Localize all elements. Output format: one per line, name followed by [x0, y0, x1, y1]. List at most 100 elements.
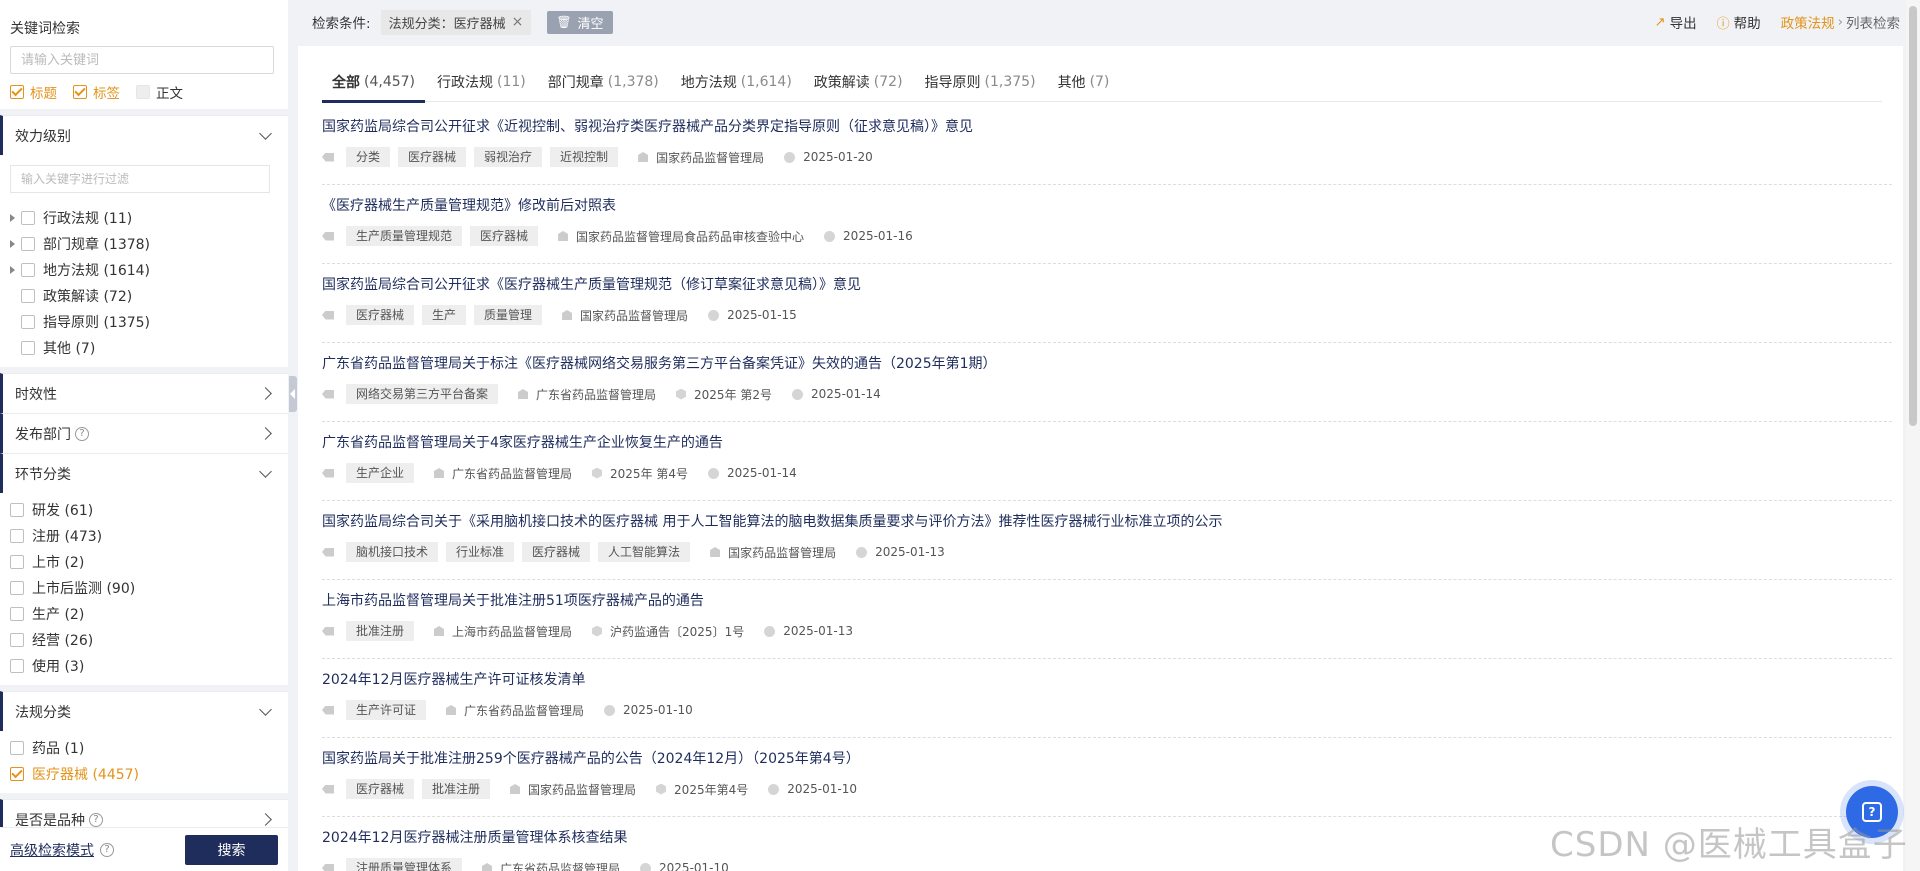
caret-right-icon[interactable]: [10, 240, 15, 248]
result-title-link[interactable]: 国家药监局综合司公开征求《近视控制、弱视治疗类医疗器械产品分类界定指导原则（征求…: [322, 118, 1892, 136]
search-button[interactable]: 搜索: [185, 834, 278, 865]
stage-label: 使用 (3): [32, 659, 85, 675]
checkbox[interactable]: [21, 315, 35, 329]
checkbox[interactable]: [21, 263, 35, 277]
tab-5[interactable]: 指导原则 (1,375): [915, 62, 1046, 102]
tab-3[interactable]: 地方法规 (1,614): [671, 62, 802, 102]
close-icon[interactable]: ×: [512, 14, 524, 30]
result-tag[interactable]: 弱视治疗: [474, 147, 543, 167]
stage-header[interactable]: 环节分类: [0, 453, 288, 493]
result-tag[interactable]: 医疗器械: [522, 542, 591, 562]
stage-item[interactable]: 研发 (61): [0, 497, 288, 523]
help-button[interactable]: ⓘ 帮助: [1717, 12, 1761, 32]
regulation-category-header[interactable]: 法规分类: [0, 691, 288, 731]
tag-icon: [322, 547, 334, 557]
effect-level-item[interactable]: 其他 (7): [0, 335, 288, 361]
keyword-scope-option[interactable]: 标签: [73, 82, 120, 102]
checkbox[interactable]: [10, 767, 24, 781]
stage-item[interactable]: 上市 (2): [0, 549, 288, 575]
effect-level-item[interactable]: 政策解读 (72): [0, 283, 288, 309]
checkbox[interactable]: [21, 211, 35, 225]
clear-button[interactable]: 🗑 清空: [547, 10, 613, 34]
help-question-icon[interactable]: ?: [89, 812, 103, 827]
checkbox[interactable]: [10, 607, 24, 621]
checkbox[interactable]: [10, 581, 24, 595]
clock-icon: [708, 309, 720, 321]
caret-right-icon[interactable]: [10, 266, 15, 274]
checkbox[interactable]: [10, 633, 24, 647]
checkbox[interactable]: [73, 85, 87, 99]
keyword-input[interactable]: [10, 46, 274, 74]
department-header[interactable]: 发布部门 ?: [0, 413, 288, 453]
chevron-down-icon: [259, 703, 272, 716]
regulation-category-item[interactable]: 药品 (1): [0, 735, 288, 761]
result-tag[interactable]: 脑机接口技术: [346, 542, 439, 562]
checkbox[interactable]: [21, 341, 35, 355]
checkbox[interactable]: [10, 503, 24, 517]
effect-level-item[interactable]: 行政法规 (11): [0, 205, 288, 231]
result-tag[interactable]: 网络交易第三方平台备案: [346, 384, 499, 404]
validity-header[interactable]: 时效性: [0, 373, 288, 413]
result-tag[interactable]: 近视控制: [550, 147, 619, 167]
result-tag[interactable]: 行业标准: [446, 542, 515, 562]
result-title-link[interactable]: 《医疗器械生产质量管理规范》修改前后对照表: [322, 197, 1892, 215]
help-question-icon[interactable]: ?: [75, 426, 89, 441]
result-title-link[interactable]: 国家药监局综合司公开征求《医疗器械生产质量管理规范（修订草案征求意见稿）》意见: [322, 276, 1892, 294]
stage-item[interactable]: 上市后监测 (90): [0, 575, 288, 601]
checkbox[interactable]: [10, 659, 24, 673]
effect-level-filter-input[interactable]: [10, 165, 270, 193]
result-tag[interactable]: 医疗器械: [470, 226, 539, 246]
stage-item[interactable]: 注册 (473): [0, 523, 288, 549]
result-tag[interactable]: 人工智能算法: [598, 542, 691, 562]
result-tag[interactable]: 质量管理: [474, 305, 543, 325]
result-tag[interactable]: 生产质量管理规范: [346, 226, 463, 246]
result-tag[interactable]: 分类: [346, 147, 391, 167]
stage-item[interactable]: 生产 (2): [0, 601, 288, 627]
checkbox[interactable]: [10, 85, 24, 99]
result-tag[interactable]: 医疗器械: [346, 779, 415, 799]
breadcrumb-policy[interactable]: 政策法规: [1781, 12, 1835, 32]
export-button[interactable]: ↗ 导出: [1655, 12, 1697, 33]
effect-level-header[interactable]: 效力级别: [0, 115, 288, 155]
result-title-link[interactable]: 上海市药品监督管理局关于批准注册51项医疗器械产品的通告: [322, 592, 1892, 610]
sidebar-collapse-handle[interactable]: [289, 376, 297, 412]
caret-right-icon[interactable]: [10, 214, 15, 222]
checkbox[interactable]: [10, 529, 24, 543]
tab-4[interactable]: 政策解读 (72): [804, 62, 913, 102]
scrollbar-thumb[interactable]: [1909, 6, 1917, 426]
result-title-link[interactable]: 2024年12月医疗器械生产许可证核发清单: [322, 671, 1892, 689]
checkbox[interactable]: [136, 85, 150, 99]
tab-2[interactable]: 部门规章 (1,378): [538, 62, 669, 102]
result-title-link[interactable]: 广东省药品监督管理局关于标注《医疗器械网络交易服务第三方平台备案凭证》失效的通告…: [322, 355, 1892, 373]
checkbox[interactable]: [10, 555, 24, 569]
help-question-icon[interactable]: ?: [100, 842, 114, 857]
advanced-search-link[interactable]: 高级检索模式: [10, 840, 94, 860]
result-tag[interactable]: 注册质量管理体系: [346, 858, 463, 871]
result-tag[interactable]: 批准注册: [422, 779, 491, 799]
tab-6[interactable]: 其他 (7): [1048, 62, 1120, 102]
result-tag[interactable]: 生产许可证: [346, 700, 427, 720]
checkbox[interactable]: [21, 237, 35, 251]
watermark: CSDN @医械工具盒子: [1550, 825, 1908, 865]
result-title-link[interactable]: 广东省药品监督管理局关于4家医疗器械生产企业恢复生产的通告: [322, 434, 1892, 452]
checkbox[interactable]: [10, 741, 24, 755]
tab-1[interactable]: 行政法规 (11): [427, 62, 536, 102]
result-title-link[interactable]: 国家药监局关于批准注册259个医疗器械产品的公告（2024年12月）（2025年…: [322, 750, 1892, 768]
checkbox[interactable]: [21, 289, 35, 303]
result-tag[interactable]: 医疗器械: [346, 305, 415, 325]
result-tag[interactable]: 批准注册: [346, 621, 415, 641]
keyword-scope-option[interactable]: 标题: [10, 82, 57, 102]
effect-level-item[interactable]: 部门规章 (1378): [0, 231, 288, 257]
keyword-scope-option[interactable]: 正文: [136, 82, 183, 102]
result-tag[interactable]: 生产: [422, 305, 467, 325]
page-scrollbar[interactable]: [1906, 0, 1920, 871]
stage-item[interactable]: 经营 (26): [0, 627, 288, 653]
result-title-link[interactable]: 国家药监局综合司关于《采用脑机接口技术的医疗器械 用于人工智能算法的脑电数据集质…: [322, 513, 1892, 531]
effect-level-item[interactable]: 地方法规 (1614): [0, 257, 288, 283]
regulation-category-item[interactable]: 医疗器械 (4457): [0, 761, 288, 787]
result-tag[interactable]: 生产企业: [346, 463, 415, 483]
result-tag[interactable]: 医疗器械: [398, 147, 467, 167]
stage-item[interactable]: 使用 (3): [0, 653, 288, 679]
effect-level-item[interactable]: 指导原则 (1375): [0, 309, 288, 335]
tab-0[interactable]: 全部 (4,457): [322, 62, 426, 103]
